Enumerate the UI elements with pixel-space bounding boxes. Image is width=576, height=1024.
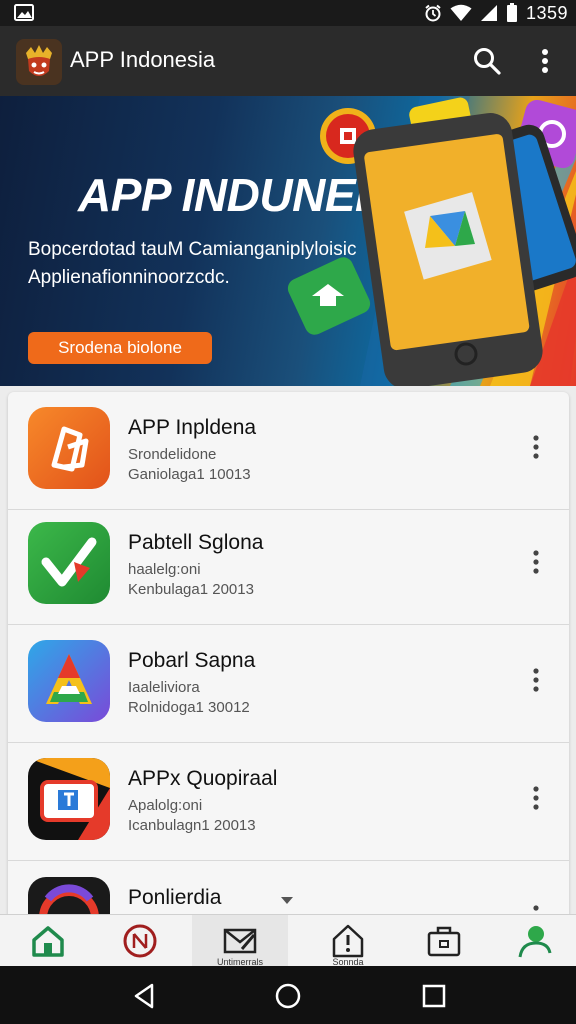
app-meta-primary: haalelg:oni: [128, 561, 201, 578]
app-name: APP Inpldena: [128, 416, 257, 439]
nav-profile[interactable]: [486, 915, 576, 967]
house-alert-icon: [332, 924, 364, 958]
app-meta-secondary: Rolnidoga1 30012: [128, 699, 250, 716]
app-meta-secondary: Kenbulaga1 20013: [128, 581, 254, 598]
briefcase-icon: [427, 926, 461, 957]
screen: 1359 APP Indonesia APP INDUNEIA Bopcerdo…: [0, 0, 576, 1024]
app-meta-primary: Srondelidone: [128, 446, 217, 463]
app-meta-secondary: Ganiolaga1 10013: [128, 466, 251, 483]
mail-edit-icon: [223, 928, 257, 954]
more-vert-icon[interactable]: [526, 665, 546, 695]
nav-alerts[interactable]: Sonnda: [300, 915, 396, 967]
home-circle-icon[interactable]: [274, 982, 302, 1010]
tv-screen-icon: [28, 758, 110, 840]
image-icon: [14, 4, 34, 21]
system-navigation-bar: [0, 966, 576, 1024]
list-item[interactable]: Pabtell Sglona haalelg:oni Kenbulaga1 20…: [8, 507, 569, 625]
app-name: Pobarl Sapna: [128, 649, 256, 672]
green-check-icon: [28, 522, 110, 604]
list-item[interactable]: APP Inpldena Srondelidone Ganiolaga1 100…: [8, 392, 569, 510]
wifi-icon: [450, 4, 472, 21]
app-bar: APP Indonesia: [0, 26, 576, 96]
chevron-down-icon[interactable]: [280, 896, 294, 906]
more-vert-icon[interactable]: [526, 432, 546, 462]
nav-work[interactable]: [396, 915, 492, 967]
app-name: APPx Quopiraal: [128, 767, 278, 790]
status-bar: 1359: [0, 0, 576, 26]
alarm-icon: [425, 4, 441, 22]
signal-icon: [480, 5, 497, 21]
green-tile-icon: [287, 257, 371, 335]
more-vert-icon[interactable]: [534, 46, 556, 76]
nav-blocked[interactable]: [92, 915, 188, 967]
banner-phone-illustration: [287, 97, 576, 386]
nav-messages[interactable]: Untimerrals: [192, 915, 288, 967]
nav-home[interactable]: [0, 915, 96, 967]
status-time: 1359: [525, 2, 568, 23]
triangle-a-icon: [28, 640, 110, 722]
promo-banner[interactable]: APP INDUNEIA Bopcerdotad tauM Camiangani…: [0, 96, 576, 386]
recents-icon[interactable]: [420, 982, 448, 1010]
list-item[interactable]: Pobarl Sapna Iaaleliviora Rolnidoga1 300…: [8, 625, 569, 743]
list-item[interactable]: APPx Quopiraal Apalolg:oni Icanbulagn1 2…: [8, 743, 569, 861]
banner-cta-button[interactable]: Srodena biolone: [28, 332, 212, 364]
app-meta-primary: Apalolg:oni: [128, 797, 203, 814]
no-entry-icon: [123, 924, 157, 958]
person-icon: [518, 926, 552, 958]
app-meta-secondary: Icanbulagn1 20013: [128, 817, 256, 834]
more-vert-icon[interactable]: [526, 783, 546, 813]
app-name: Ponlierdia: [128, 886, 222, 909]
app-logo[interactable]: [16, 39, 62, 85]
orange-pages-icon: [28, 407, 110, 489]
app-title: APP Indonesia: [70, 47, 216, 72]
battery-icon: [506, 3, 517, 22]
app-list: APP Inpldena Srondelidone Ganiolaga1 100…: [8, 392, 569, 932]
back-icon[interactable]: [130, 982, 158, 1010]
app-name: Pabtell Sglona: [128, 531, 264, 554]
home-icon: [32, 926, 64, 957]
bottom-navigation: Untimerrals Sonnda: [0, 914, 576, 967]
search-icon[interactable]: [472, 46, 502, 76]
more-vert-icon[interactable]: [526, 547, 546, 577]
app-meta-primary: Iaaleliviora: [128, 679, 200, 696]
